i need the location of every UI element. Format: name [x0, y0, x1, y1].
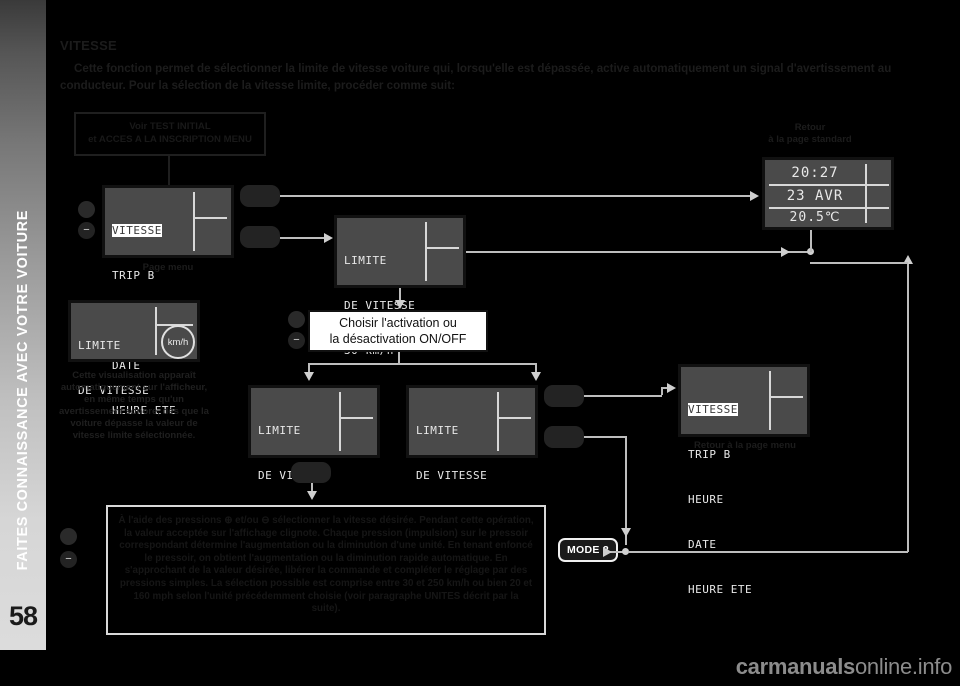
note-box: À l'aide des pressions ⊕ et/ou ⊖ sélecti…: [106, 505, 546, 635]
kmh-icon: km/h: [161, 325, 195, 359]
arrow-on-to-note: [307, 491, 317, 500]
connector-entry-menu: [168, 156, 170, 186]
connector-mode2-to-rail: [628, 551, 908, 553]
watermark-rest: online.info: [855, 654, 952, 679]
connector-choice-split: [308, 363, 536, 365]
arrow-to-display-on: [304, 372, 314, 381]
connector-limit-right: [466, 251, 810, 253]
standard-page-caption: Retour à la page standard: [740, 122, 880, 146]
minus-button-menu[interactable]: −: [78, 222, 95, 239]
chapter-title: FAITES CONNAISSANCE AVEC VOTRE VOITURE: [0, 0, 46, 580]
standard-time: 20:27: [791, 165, 839, 181]
limit-display: LIMITE DE VITESSE 30 km/h ON OFF: [334, 215, 466, 447]
connector-rail-top: [810, 262, 908, 264]
connector-top-to-standard: [280, 195, 750, 197]
lcd-vertical-separator: [339, 392, 341, 451]
return-menu-caption: Retour à la page menu: [694, 440, 796, 451]
lcd-horizontal-separator: [499, 417, 531, 419]
plus-button-choice[interactable]: [288, 311, 305, 328]
lcd-horizontal-separator: [771, 396, 803, 398]
entry-box: Voir TEST INITIAL et ACCES A LA INSCRIPT…: [74, 112, 266, 156]
plus-button-note[interactable]: [60, 528, 77, 545]
return-menu-item-heure[interactable]: HEURE: [688, 492, 759, 507]
return-menu-item-date[interactable]: DATE: [688, 537, 759, 552]
standard-page-caption-line2: à la page standard: [768, 134, 852, 145]
standard-page-caption-line1: Retour: [794, 122, 826, 133]
page-number: 58: [8, 601, 38, 631]
display-on: LIMITE DE VITESSE 30 km/h ON OFF: [248, 385, 380, 617]
lcd-vertical-separator: [425, 222, 427, 281]
note-text: À l'aide des pressions ⊕ et/ou ⊖ sélecti…: [118, 515, 534, 615]
display-off: LIMITE DE VITESSE 30 km/h ON OFF: [406, 385, 538, 617]
choice-box: Choisir l'activation ou la désactivation…: [308, 310, 488, 352]
warning-line1: LIMITE: [78, 339, 121, 352]
lcd-vertical-separator: [865, 164, 867, 223]
limit-line1: LIMITE: [344, 254, 387, 267]
mode-button-top[interactable]: [240, 185, 280, 207]
lcd-horizontal-separator: [341, 417, 373, 419]
manual-page: FAITES CONNAISSANCE AVEC VOTRE VOITURE 5…: [0, 0, 960, 686]
return-menu-item-vitesse[interactable]: VITESSE: [688, 403, 738, 416]
mode-button-bottom[interactable]: [240, 226, 280, 248]
connector-off-to-returnmenu: [584, 395, 662, 397]
choice-box-line1: Choisir l'activation ou: [339, 316, 457, 330]
confirm-button-on[interactable]: [291, 462, 331, 483]
arrow-to-return-menu: [667, 383, 676, 393]
lcd-horizontal-separator: [427, 247, 459, 249]
arrow-to-display-off: [531, 372, 541, 381]
footer: carmanualsonline.info: [0, 650, 960, 686]
connector-bottom-to-limit: [280, 237, 326, 239]
sidebar: FAITES CONNAISSANCE AVEC VOTRE VOITURE 5…: [0, 0, 46, 650]
menu-display: VITESSE TRIP B HEURE DATE HEURE ETE: [102, 185, 234, 417]
connector-right-rail: [907, 262, 909, 552]
standard-date: 23 AVR: [786, 188, 844, 204]
mode-button-off-top[interactable]: [544, 385, 584, 407]
connector-standard-rail: [810, 230, 812, 240]
return-menu-items: VITESSE TRIP B HEURE DATE HEURE ETE: [688, 372, 759, 627]
section-title: VITESSE: [60, 38, 118, 53]
minus-button-choice[interactable]: −: [288, 332, 305, 349]
arrow-mode2: [603, 547, 612, 557]
lcd-vertical-separator: [769, 371, 771, 430]
lcd-vertical-separator: [497, 392, 499, 451]
plus-button-menu[interactable]: +: [78, 201, 95, 218]
std-hline-1: [769, 184, 889, 186]
display-off-line1: LIMITE: [416, 424, 459, 437]
minus-button-note[interactable]: −: [60, 551, 77, 568]
standard-page-display: 20:27 23 AVR 20.5℃: [762, 157, 894, 230]
lcd-vertical-separator: [193, 192, 195, 251]
lcd-horizontal-separator: [195, 217, 227, 219]
standard-temperature: 20.5℃: [789, 210, 841, 225]
arrow-to-standard-page: [750, 191, 759, 201]
page-content: VITESSE Cette fonction permet de sélecti…: [46, 0, 960, 650]
entry-box-line1: Voir TEST INITIAL: [129, 121, 211, 132]
return-menu-item-heure-ete[interactable]: HEURE ETE: [688, 582, 759, 597]
chapter-title-label: FAITES CONNAISSANCE AVEC VOTRE VOITURE: [15, 209, 31, 570]
warning-display-caption: Cette visualisation apparaît automatique…: [59, 370, 209, 441]
return-menu-display: VITESSE TRIP B HEURE DATE HEURE ETE: [678, 364, 810, 596]
watermark-bold: carmanuals: [735, 654, 856, 679]
display-on-line1: LIMITE: [258, 424, 301, 437]
arrow-mode2-down: [621, 528, 631, 537]
warning-display: LIMITE DE VITESSE km/h: [68, 300, 200, 397]
menu-display-caption: Page menu: [142, 262, 194, 273]
arrow-to-limit-display: [324, 233, 333, 243]
section-body: Cette fonction permet de sélectionner la…: [60, 62, 892, 92]
choice-box-line2: la désactivation ON/OFF: [329, 332, 467, 346]
entry-box-line2: et ACCES A LA INSCRIPTION MENU: [88, 134, 252, 145]
lcd-vertical-separator: [155, 307, 157, 355]
mode-button-off-bottom[interactable]: [544, 426, 584, 448]
arrow-limit-right: [781, 247, 790, 257]
connector-off-bottom: [584, 436, 626, 438]
arrow-limit-down: [395, 300, 405, 309]
display-off-line2: DE VITESSE: [416, 469, 488, 482]
std-hline-2: [769, 207, 889, 209]
watermark: carmanualsonline.info: [735, 654, 953, 680]
menu-item-vitesse[interactable]: VITESSE: [112, 224, 162, 237]
